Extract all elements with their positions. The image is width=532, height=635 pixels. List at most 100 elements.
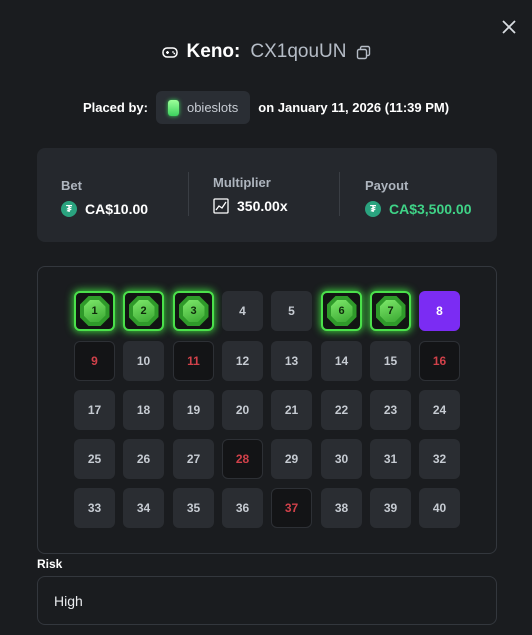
keno-tile-18[interactable]: 18 [123, 390, 164, 430]
risk-value: High [54, 592, 83, 609]
tile-number: 27 [186, 452, 201, 466]
gem-badge-icon [167, 99, 179, 116]
keno-tile-3[interactable]: 3 [173, 291, 214, 331]
keno-tile-40[interactable]: 40 [419, 488, 460, 528]
keno-tile-25[interactable]: 25 [74, 439, 115, 479]
keno-tile-29[interactable]: 29 [271, 439, 312, 479]
payout-label: Payout [365, 178, 409, 193]
keno-tile-28[interactable]: 28 [222, 439, 263, 479]
keno-tile-20[interactable]: 20 [222, 390, 263, 430]
tile-number: 31 [383, 452, 398, 466]
keno-tile-6[interactable]: 6 [321, 291, 362, 331]
multiplier-stat: Multiplier 350.00x [213, 175, 288, 269]
tile-number: 40 [432, 501, 447, 515]
tile-number: 8 [436, 304, 443, 318]
tile-number: 19 [186, 403, 201, 417]
tile-number: 3 [182, 300, 205, 322]
keno-tile-34[interactable]: 34 [123, 488, 164, 528]
placed-by-label: Placed by: [82, 100, 148, 115]
keno-tile-1[interactable]: 1 [74, 291, 115, 331]
tile-number: 14 [334, 354, 349, 368]
keno-board: 1 2 3 4 5 6 7 8 9 10 11 12 13 14 15 16 17 18 19 20 21 22 23 24 2… [37, 266, 497, 554]
keno-tile-31[interactable]: 31 [370, 439, 411, 479]
tile-number: 30 [334, 452, 349, 466]
close-button[interactable] [500, 18, 518, 36]
gem-icon: 2 [128, 296, 159, 326]
tile-number: 7 [379, 300, 402, 322]
tether-coin-icon: ₮ [365, 201, 381, 217]
keno-tile-4[interactable]: 4 [222, 291, 263, 331]
tile-number: 1 [83, 300, 106, 322]
tile-number: 23 [383, 403, 398, 417]
tile-number: 10 [136, 354, 151, 368]
gamepad-icon [161, 43, 179, 61]
keno-tile-15[interactable]: 15 [370, 341, 411, 381]
tile-number: 17 [87, 403, 102, 417]
bet-id: CX1qouUN [250, 41, 347, 62]
keno-tile-39[interactable]: 39 [370, 488, 411, 528]
placed-by-row: Placed by: obieslots on January 11, 2026… [0, 91, 532, 124]
keno-tile-16[interactable]: 16 [419, 341, 460, 381]
keno-tile-14[interactable]: 14 [321, 341, 362, 381]
close-icon [502, 20, 516, 34]
tile-number: 22 [334, 403, 349, 417]
bet-value: CA$10.00 [85, 201, 149, 217]
keno-tile-33[interactable]: 33 [74, 488, 115, 528]
keno-tile-21[interactable]: 21 [271, 390, 312, 430]
tile-number: 11 [187, 354, 200, 368]
stat-divider [188, 172, 189, 216]
tile-number: 2 [132, 300, 155, 322]
copy-icon[interactable] [356, 45, 371, 60]
keno-tile-26[interactable]: 26 [123, 439, 164, 479]
keno-tile-10[interactable]: 10 [123, 341, 164, 381]
stat-divider [339, 172, 340, 216]
keno-tile-22[interactable]: 22 [321, 390, 362, 430]
risk-select[interactable]: High [37, 576, 497, 625]
placed-date: on January 11, 2026 (11:39 PM) [258, 100, 450, 115]
multiplier-value: 350.00x [237, 198, 288, 214]
tile-number: 25 [87, 452, 102, 466]
keno-tile-32[interactable]: 32 [419, 439, 460, 479]
keno-tile-12[interactable]: 12 [222, 341, 263, 381]
tile-number: 35 [186, 501, 201, 515]
gem-icon: 7 [375, 296, 406, 326]
keno-tile-9[interactable]: 9 [74, 341, 115, 381]
gem-icon: 1 [79, 296, 110, 326]
keno-tile-37[interactable]: 37 [271, 488, 312, 528]
payout-stat: Payout ₮ CA$3,500.00 [365, 178, 472, 272]
keno-tile-5[interactable]: 5 [271, 291, 312, 331]
bet-stats-card: Bet ₮ CA$10.00 Multiplier 350.00x Payout… [37, 148, 497, 242]
keno-tile-35[interactable]: 35 [173, 488, 214, 528]
keno-tile-30[interactable]: 30 [321, 439, 362, 479]
keno-tile-38[interactable]: 38 [321, 488, 362, 528]
gem-icon: 6 [326, 296, 357, 326]
keno-tile-24[interactable]: 24 [419, 390, 460, 430]
multiplier-label: Multiplier [213, 175, 271, 190]
tile-number: 16 [432, 354, 447, 368]
tile-number: 34 [136, 501, 151, 515]
game-name: Keno: [186, 41, 241, 62]
tile-number: 29 [284, 452, 299, 466]
tile-number: 36 [235, 501, 250, 515]
keno-tile-8[interactable]: 8 [419, 291, 460, 331]
keno-tile-36[interactable]: 36 [222, 488, 263, 528]
keno-tile-11[interactable]: 11 [173, 341, 214, 381]
keno-tile-19[interactable]: 19 [173, 390, 214, 430]
tile-number: 20 [235, 403, 250, 417]
keno-tile-17[interactable]: 17 [74, 390, 115, 430]
tile-number: 13 [284, 354, 299, 368]
gem-icon: 3 [178, 296, 209, 326]
trend-chart-icon [213, 198, 229, 214]
bet-label: Bet [61, 178, 82, 193]
keno-tile-23[interactable]: 23 [370, 390, 411, 430]
keno-tile-2[interactable]: 2 [123, 291, 164, 331]
tile-number: 6 [330, 300, 353, 322]
user-chip[interactable]: obieslots [155, 91, 251, 124]
tile-number: 12 [235, 354, 250, 368]
tile-number: 21 [284, 403, 299, 417]
keno-tile-27[interactable]: 27 [173, 439, 214, 479]
keno-tile-7[interactable]: 7 [370, 291, 411, 331]
keno-tile-13[interactable]: 13 [271, 341, 312, 381]
tile-number: 15 [383, 354, 398, 368]
modal-title: Keno: CX1qouUN [0, 38, 532, 66]
